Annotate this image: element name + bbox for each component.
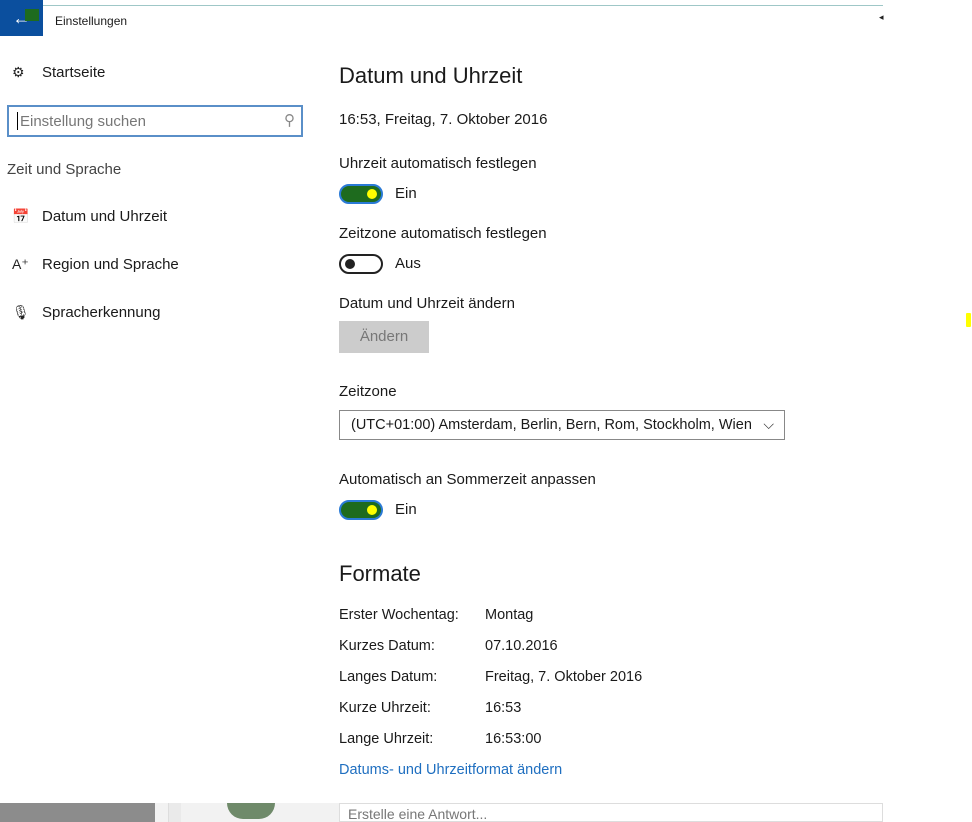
window-title: Einstellungen [55,14,128,28]
format-value: Freitag, 7. Oktober 2016 [485,669,643,685]
format-row: Kurzes Datum: 07.10.2016 [339,638,558,654]
dst-toggle[interactable] [339,500,383,520]
sidebar-item-datum-und-uhrzeit[interactable]: 📅 Datum und Uhrzeit [12,208,167,225]
dst-label: Automatisch an Sommerzeit anpassen [339,471,596,488]
calendar-clock-icon: 📅 [12,208,30,224]
auto-zone-state: Aus [395,255,421,272]
change-button[interactable]: Ändern [339,321,429,353]
timezone-select[interactable]: (UTC+01:00) Amsterdam, Berlin, Bern, Rom… [339,410,785,440]
sidebar-item-region-und-sprache[interactable]: A⁺ Region und Sprache [12,256,179,273]
formats-heading: Formate [339,561,421,586]
format-key: Kurzes Datum: [339,638,435,654]
format-row: Langes Datum: Freitag, 7. Oktober 2016 [339,669,642,685]
change-datetime-label: Datum und Uhrzeit ändern [339,295,515,312]
highlight-mark-right [966,313,971,327]
reply-placeholder: Erstelle eine Antwort... [348,806,488,822]
format-value: 07.10.2016 [485,638,558,654]
background-divider [168,803,181,822]
auto-zone-label: Zeitzone automatisch festlegen [339,225,547,242]
gear-icon: ⚙ [12,64,25,80]
chevron-down-icon: ⌵ [763,416,774,432]
search-placeholder: Einstellung suchen [20,113,146,130]
search-input[interactable]: Einstellung suchen ⚲ [7,105,303,137]
format-key: Erster Wochentag: [339,607,459,623]
current-time: 16:53, Freitag, 7. Oktober 2016 [339,111,548,128]
window-edge-arrow-icon: ◂ [879,12,884,22]
auto-time-label: Uhrzeit automatisch festlegen [339,155,537,172]
sidebar-group-heading: Zeit und Sprache [7,161,122,178]
sidebar-home-label: Startseite [42,64,106,81]
format-value: 16:53:00 [485,731,542,747]
title-bar-line [43,5,883,6]
change-format-link[interactable]: Datums- und Uhrzeitformat ändern [339,762,562,778]
search-icon: ⚲ [284,112,295,129]
back-button-mark [25,9,39,21]
format-row: Kurze Uhrzeit: 16:53 [339,700,521,716]
text-caret [17,112,18,130]
format-key: Kurze Uhrzeit: [339,700,431,716]
settings-window: ← Einstellungen ◂ ⚙ Startseite Einstellu… [0,0,884,803]
timezone-label: Zeitzone [339,383,397,400]
format-value: 16:53 [485,700,522,716]
background-panel [0,803,155,822]
sidebar-item-label: Datum und Uhrzeit [42,208,168,225]
auto-time-state: Ein [395,185,417,202]
microphone-icon: 🎙 [12,304,30,320]
sidebar-home[interactable]: ⚙ Startseite [12,64,105,81]
dst-state: Ein [395,501,417,518]
format-value: Montag [485,607,534,623]
avatar [227,803,275,819]
background-app-strip: Erstelle eine Antwort... [0,803,883,822]
auto-time-toggle[interactable] [339,184,383,204]
reply-input[interactable]: Erstelle eine Antwort... [339,803,883,822]
language-icon: A⁺ [12,256,29,272]
toggle-knob [367,189,377,199]
format-row: Erster Wochentag: Montag [339,607,533,623]
format-key: Langes Datum: [339,669,438,685]
timezone-value: (UTC+01:00) Amsterdam, Berlin, Bern, Rom… [351,417,752,433]
page-title: Datum und Uhrzeit [339,63,523,88]
sidebar-item-spracherkennung[interactable]: 🎙 Spracherkennung [12,304,160,321]
toggle-knob [345,259,355,269]
toggle-knob [367,505,377,515]
sidebar-item-label: Spracherkennung [42,304,161,321]
format-key: Lange Uhrzeit: [339,731,434,747]
auto-zone-toggle[interactable] [339,254,383,274]
format-row: Lange Uhrzeit: 16:53:00 [339,731,541,747]
sidebar-item-label: Region und Sprache [42,256,179,273]
